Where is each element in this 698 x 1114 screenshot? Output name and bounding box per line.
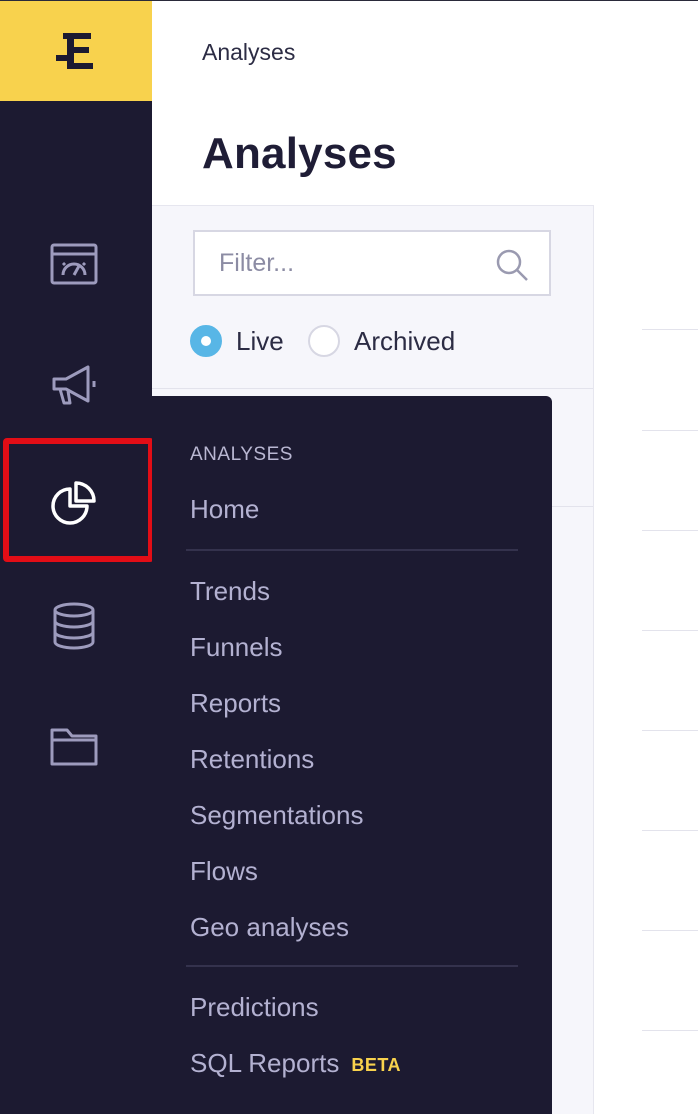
archived-radio-label: Archived — [354, 325, 456, 356]
live-radio-label: Live — [236, 325, 284, 356]
menu-item-geo-analyses[interactable]: Geo analyses — [190, 912, 349, 943]
analyses-menu: ANALYSES Home Trends Funnels Reports Ret… — [152, 396, 552, 1114]
archived-radio-option[interactable]: Archived — [308, 325, 455, 357]
menu-item-segmentations[interactable]: Segmentations — [190, 800, 363, 831]
menu-item-funnels[interactable]: Funnels — [190, 632, 283, 663]
database-icon[interactable] — [46, 598, 102, 654]
logo-icon — [56, 33, 93, 69]
page-title: Analyses — [202, 129, 397, 178]
folder-icon[interactable] — [46, 718, 102, 774]
megaphone-icon[interactable] — [46, 357, 102, 413]
list-row-divider — [642, 530, 698, 531]
panel-divider — [152, 388, 594, 389]
list-row-divider — [642, 430, 698, 431]
app-window: Analyses Analyses Live Archived ANALYSES… — [0, 0, 698, 1114]
filter-field[interactable] — [193, 230, 551, 296]
menu-item-sql-reports-label: SQL Reports — [190, 1048, 340, 1078]
live-radio-option[interactable]: Live — [190, 325, 284, 357]
search-icon[interactable] — [495, 248, 529, 282]
list-row-divider — [642, 1030, 698, 1031]
breadcrumb[interactable]: Analyses — [202, 39, 295, 66]
menu-item-predictions[interactable]: Predictions — [190, 992, 319, 1023]
menu-item-retentions[interactable]: Retentions — [190, 744, 314, 775]
column-divider — [593, 205, 594, 1114]
list-row-divider — [642, 730, 698, 731]
beta-badge: BETA — [351, 1054, 401, 1075]
list-row-divider — [642, 630, 698, 631]
live-radio[interactable] — [190, 325, 222, 357]
menu-item-reports[interactable]: Reports — [190, 688, 281, 719]
pie-chart-icon[interactable] — [46, 475, 102, 531]
list-row-divider — [642, 830, 698, 831]
list-row-divider — [642, 930, 698, 931]
list-row-divider — [642, 329, 698, 330]
sidebar-rail — [0, 1, 154, 1114]
menu-item-flows[interactable]: Flows — [190, 856, 258, 887]
menu-item-sql-reports[interactable]: SQL Reports BETA — [190, 1048, 401, 1079]
menu-separator — [186, 965, 518, 967]
menu-separator — [186, 549, 518, 551]
dashboard-icon[interactable] — [46, 237, 102, 293]
filter-input[interactable] — [219, 248, 479, 278]
menu-heading: ANALYSES — [190, 444, 293, 465]
menu-item-home[interactable]: Home — [190, 494, 259, 525]
menu-item-trends[interactable]: Trends — [190, 576, 270, 607]
logo[interactable] — [0, 1, 152, 101]
archived-radio[interactable] — [308, 325, 340, 357]
